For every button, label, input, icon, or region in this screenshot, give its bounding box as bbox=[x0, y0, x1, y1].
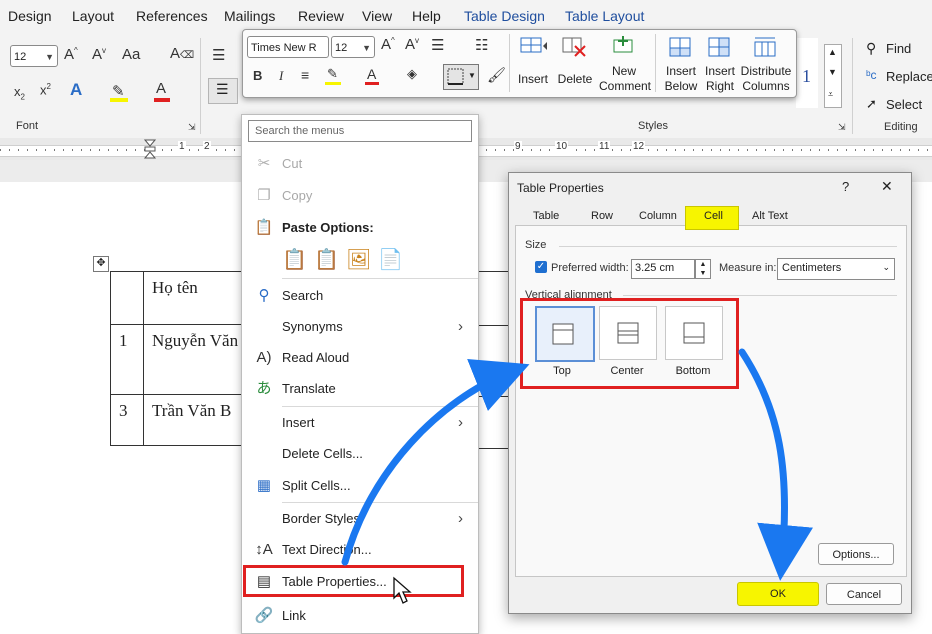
arrow-to-dialog bbox=[341, 359, 530, 566]
arrow-to-ok bbox=[738, 348, 813, 581]
annotation-arrows bbox=[341, 348, 813, 581]
